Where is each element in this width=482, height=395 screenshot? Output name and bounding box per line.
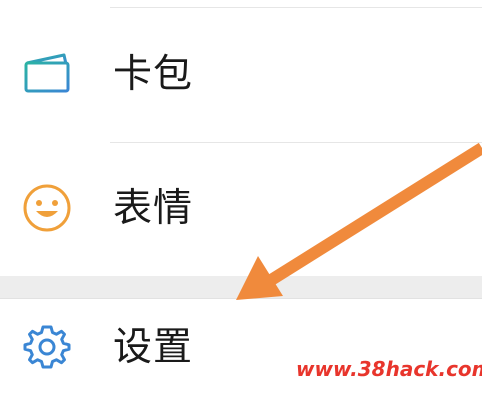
card-wallet-icon <box>20 47 74 101</box>
gear-icon <box>20 321 74 375</box>
watermark-text: www.38hack.com <box>296 357 482 381</box>
menu-item-label: 设置 <box>113 325 194 370</box>
smiley-face-icon <box>20 181 74 235</box>
menu-item-emoji[interactable]: 表情 <box>0 142 482 274</box>
section-separator <box>0 276 482 299</box>
menu-item-card-wallet[interactable]: 卡包 <box>0 8 482 140</box>
settings-menu-page: 卡包 表情 设置 www.38hack.com <box>0 0 482 395</box>
menu-item-label: 卡包 <box>113 51 194 97</box>
menu-item-label: 表情 <box>113 185 194 231</box>
